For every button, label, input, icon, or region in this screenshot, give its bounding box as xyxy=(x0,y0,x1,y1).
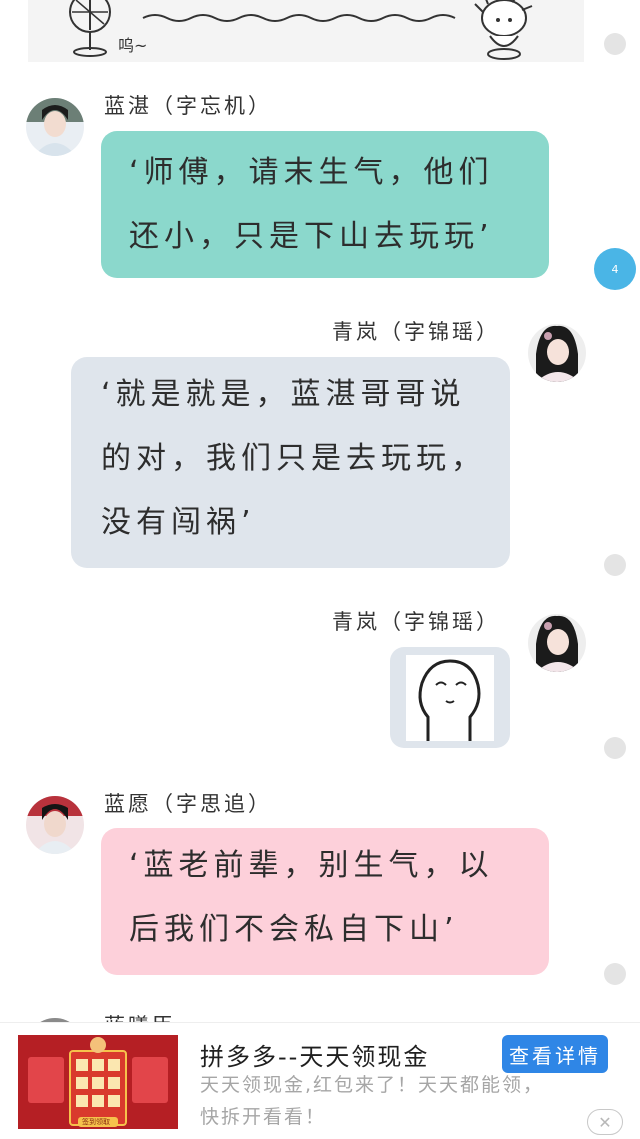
avatar-image xyxy=(528,614,586,672)
message-bubble[interactable]: ‘师傅，请末生气，他们 还小，只是下山去玩玩’ xyxy=(101,131,549,278)
avatar-image xyxy=(26,796,84,854)
avatar-image xyxy=(26,98,84,156)
avatar-lanyuan[interactable] xyxy=(26,796,84,854)
red-envelope-icon xyxy=(18,1035,178,1129)
side-dot xyxy=(604,33,626,55)
sender-name: 青岚（字锦瑶） xyxy=(332,320,500,344)
comic-illustration xyxy=(69,0,533,60)
message-text: 的对，我们只是去玩玩， xyxy=(101,441,486,476)
sound-effect-text: 呜~ xyxy=(118,36,148,55)
side-dot xyxy=(604,737,626,759)
message-text: ‘师傅，请末生气，他们 xyxy=(129,155,494,190)
message-text: 没有闯祸’ xyxy=(101,505,256,540)
message-bubble[interactable]: ‘蓝老前辈，别生气，以 后我们不会私自下山’ xyxy=(101,828,549,975)
side-dot xyxy=(604,963,626,985)
close-ad-button[interactable]: ✕ xyxy=(587,1109,623,1135)
message-text: ‘就是就是，蓝湛哥哥说 xyxy=(101,377,466,412)
avatar-qinglan[interactable] xyxy=(528,614,586,672)
sender-name: 蓝愿（字思追） xyxy=(104,792,272,816)
ad-banner[interactable]: 签到领取 拼多多--天天领现金 查看详情 天天领现金,红包来了！天天都能领， 快… xyxy=(0,1022,640,1139)
avatar-lanzhan[interactable] xyxy=(26,98,84,156)
ad-image[interactable]: 签到领取 xyxy=(18,1035,178,1129)
ad-description-line: 快拆开看看！ xyxy=(200,1106,327,1128)
message-text: 还小，只是下山去玩玩’ xyxy=(129,219,494,254)
sticker-bubble[interactable] xyxy=(390,647,510,748)
view-details-button[interactable]: 查看详情 xyxy=(502,1035,608,1073)
top-comic-strip: 呜~ xyxy=(28,0,584,62)
ad-image-caption: 签到领取 xyxy=(82,1118,110,1126)
side-dot xyxy=(604,554,626,576)
message-text: 后我们不会私自下山’ xyxy=(129,912,459,947)
sender-name: 蓝湛（字忘机） xyxy=(104,94,272,118)
unread-count-badge[interactable]: 4 xyxy=(594,248,636,290)
ad-description-line: 天天领现金,红包来了！天天都能领， xyxy=(200,1074,545,1096)
ad-title[interactable]: 拼多多--天天领现金 xyxy=(200,1037,429,1072)
sender-name: 青岚（字锦瑶） xyxy=(332,610,500,634)
face-sticker-icon xyxy=(406,655,494,741)
avatar-image xyxy=(528,324,586,382)
ad-description: 天天领现金,红包来了！天天都能领， 快拆开看看！ xyxy=(200,1069,544,1133)
message-bubble[interactable]: ‘就是就是，蓝湛哥哥说 的对，我们只是去玩玩， 没有闯祸’ xyxy=(71,357,510,568)
message-text: ‘蓝老前辈，别生气，以 xyxy=(129,848,494,883)
avatar-qinglan[interactable] xyxy=(528,324,586,382)
